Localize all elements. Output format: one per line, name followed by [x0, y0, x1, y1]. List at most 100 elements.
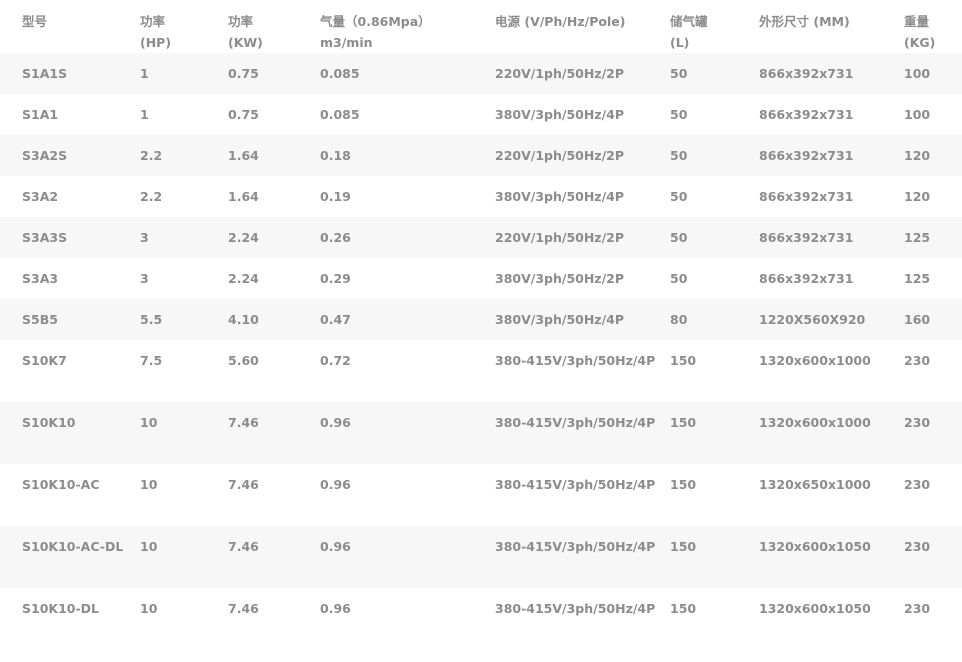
- table-row: S1A1S 1 0.75 0.085 220V/1ph/50Hz/2P 50 8…: [0, 53, 962, 94]
- table-body: S1A1S 1 0.75 0.085 220V/1ph/50Hz/2P 50 8…: [0, 53, 962, 650]
- table-row: S1A1 1 0.75 0.085 380V/3ph/50Hz/4P 50 86…: [0, 94, 962, 135]
- cell-tank: 150: [670, 477, 697, 492]
- cell-kw: 7.46: [228, 539, 259, 554]
- cell-air-volume: 0.085: [320, 66, 360, 81]
- cell-model: S3A3: [22, 271, 59, 286]
- cell-air-volume: 0.29: [320, 271, 351, 286]
- cell-dimensions: 866x392x731: [759, 66, 854, 81]
- cell-weight: 230: [904, 477, 931, 492]
- cell-power-supply: 380V/3ph/50Hz/2P: [495, 271, 624, 286]
- table-row: S10K10-DL 10 7.46 0.96 380-415V/3ph/50Hz…: [0, 588, 962, 650]
- header-tank: 储气罐 (L): [670, 14, 708, 50]
- cell-air-volume: 0.18: [320, 148, 351, 163]
- cell-hp: 1: [140, 107, 149, 122]
- cell-dimensions: 1320x650x1000: [759, 477, 871, 492]
- cell-tank: 150: [670, 353, 697, 368]
- cell-air-volume: 0.26: [320, 230, 351, 245]
- cell-dimensions: 866x392x731: [759, 271, 854, 286]
- table-row: S10K10-AC 10 7.46 0.96 380-415V/3ph/50Hz…: [0, 464, 962, 526]
- cell-model: S10K10-AC: [22, 477, 100, 492]
- cell-weight: 230: [904, 539, 931, 554]
- cell-tank: 50: [670, 230, 688, 245]
- table-header: 型号 功率 (HP) 功率 (KW) 气量（0.86Mpa） m3/min 电源 (V…: [0, 0, 962, 53]
- cell-kw: 4.10: [228, 312, 259, 327]
- header-weight: 重量 (KG): [904, 14, 936, 50]
- cell-air-volume: 0.96: [320, 415, 351, 430]
- cell-air-volume: 0.085: [320, 107, 360, 122]
- cell-kw: 7.46: [228, 477, 259, 492]
- cell-weight: 230: [904, 415, 931, 430]
- cell-dimensions: 866x392x731: [759, 189, 854, 204]
- cell-model: S5B5: [22, 312, 58, 327]
- cell-power-supply: 380V/3ph/50Hz/4P: [495, 312, 624, 327]
- cell-power-supply: 380-415V/3ph/50Hz/4P: [495, 415, 656, 430]
- cell-weight: 125: [904, 271, 931, 286]
- cell-kw: 7.46: [228, 415, 259, 430]
- cell-tank: 50: [670, 189, 688, 204]
- header-kw: 功率 (KW): [228, 14, 263, 50]
- table-row: S10K7 7.5 5.60 0.72 380-415V/3ph/50Hz/4P…: [0, 340, 962, 402]
- cell-model: S10K10-DL: [22, 601, 100, 616]
- cell-kw: 1.64: [228, 148, 259, 163]
- table-row: S10K10 10 7.46 0.96 380-415V/3ph/50Hz/4P…: [0, 402, 962, 464]
- cell-power-supply: 380-415V/3ph/50Hz/4P: [495, 353, 656, 368]
- cell-weight: 125: [904, 230, 931, 245]
- cell-weight: 100: [904, 66, 931, 81]
- header-hp: 功率 (HP): [140, 14, 172, 50]
- cell-tank: 50: [670, 107, 688, 122]
- cell-hp: 3: [140, 230, 149, 245]
- table-row: S10K10-AC-DL 10 7.46 0.96 380-415V/3ph/5…: [0, 526, 962, 588]
- cell-dimensions: 1320x600x1000: [759, 353, 871, 368]
- cell-air-volume: 0.19: [320, 189, 351, 204]
- cell-weight: 120: [904, 189, 931, 204]
- cell-model: S10K10: [22, 415, 76, 430]
- cell-kw: 2.24: [228, 230, 259, 245]
- table-row: S5B5 5.5 4.10 0.47 380V/3ph/50Hz/4P 80 1…: [0, 299, 962, 340]
- cell-power-supply: 380V/3ph/50Hz/4P: [495, 189, 624, 204]
- cell-model: S1A1: [22, 107, 59, 122]
- cell-hp: 2.2: [140, 189, 163, 204]
- table-row: S3A3 3 2.24 0.29 380V/3ph/50Hz/2P 50 866…: [0, 258, 962, 299]
- cell-dimensions: 1320x600x1050: [759, 539, 871, 554]
- cell-model: S3A2S: [22, 148, 68, 163]
- spec-table: 型号 功率 (HP) 功率 (KW) 气量（0.86Mpa） m3/min 电源 (V…: [0, 0, 962, 650]
- header-air-volume: 气量（0.86Mpa） m3/min: [320, 14, 431, 50]
- cell-dimensions: 1320x600x1000: [759, 415, 871, 430]
- cell-hp: 3: [140, 271, 149, 286]
- cell-weight: 100: [904, 107, 931, 122]
- cell-hp: 10: [140, 415, 158, 430]
- cell-weight: 160: [904, 312, 931, 327]
- cell-hp: 10: [140, 477, 158, 492]
- cell-power-supply: 380-415V/3ph/50Hz/4P: [495, 539, 656, 554]
- cell-power-supply: 380-415V/3ph/50Hz/4P: [495, 477, 656, 492]
- cell-weight: 230: [904, 601, 931, 616]
- cell-dimensions: 1220X560X920: [759, 312, 866, 327]
- cell-hp: 10: [140, 539, 158, 554]
- header-model: 型号: [22, 14, 48, 29]
- cell-weight: 230: [904, 353, 931, 368]
- header-dimensions: 外形尺寸 (MM): [759, 14, 850, 29]
- cell-hp: 5.5: [140, 312, 163, 327]
- cell-model: S10K7: [22, 353, 67, 368]
- cell-air-volume: 0.96: [320, 477, 351, 492]
- table-row: S3A3S 3 2.24 0.26 220V/1ph/50Hz/2P 50 86…: [0, 217, 962, 258]
- cell-kw: 0.75: [228, 66, 259, 81]
- cell-power-supply: 380V/3ph/50Hz/4P: [495, 107, 624, 122]
- cell-tank: 50: [670, 271, 688, 286]
- header-power-supply: 电源 (V/Ph/Hz/Pole): [495, 14, 626, 29]
- cell-air-volume: 0.47: [320, 312, 351, 327]
- table-row: S3A2 2.2 1.64 0.19 380V/3ph/50Hz/4P 50 8…: [0, 176, 962, 217]
- cell-tank: 150: [670, 601, 697, 616]
- cell-hp: 10: [140, 601, 158, 616]
- cell-model: S10K10-AC-DL: [22, 539, 124, 554]
- cell-model: S3A3S: [22, 230, 68, 245]
- cell-power-supply: 220V/1ph/50Hz/2P: [495, 148, 624, 163]
- cell-power-supply: 380-415V/3ph/50Hz/4P: [495, 601, 656, 616]
- cell-air-volume: 0.96: [320, 539, 351, 554]
- cell-dimensions: 866x392x731: [759, 148, 854, 163]
- cell-power-supply: 220V/1ph/50Hz/2P: [495, 66, 624, 81]
- cell-hp: 1: [140, 66, 149, 81]
- cell-tank: 50: [670, 66, 688, 81]
- cell-kw: 0.75: [228, 107, 259, 122]
- cell-model: S1A1S: [22, 66, 68, 81]
